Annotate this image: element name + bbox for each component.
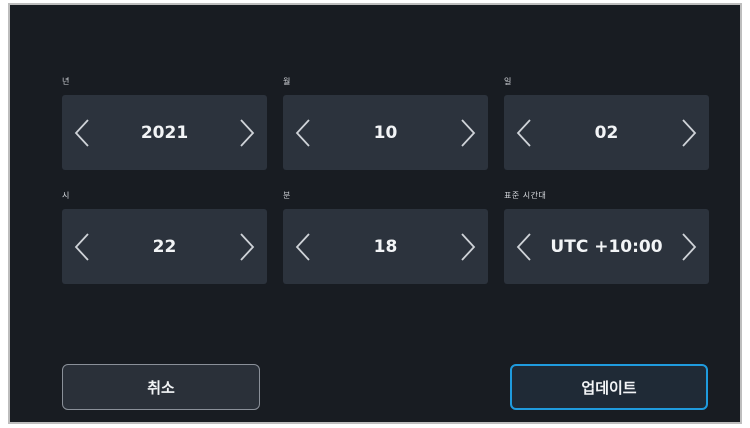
minute-label: 분 [283,191,291,200]
chevron-left-icon [516,232,531,261]
minute-stepper: 18 [283,209,488,284]
month-label: 월 [283,77,291,86]
chevron-left-icon [516,118,531,147]
cancel-button[interactable]: 취소 [62,364,260,410]
cancel-button-label: 취소 [147,378,175,397]
day-decrement-button[interactable] [504,95,544,170]
month-increment-button[interactable] [448,95,488,170]
month-decrement-button[interactable] [283,95,323,170]
minute-increment-button[interactable] [448,209,488,284]
timezone-decrement-button[interactable] [504,209,544,284]
chevron-right-icon [461,118,476,147]
timezone-value: UTC +10:00 [550,236,663,257]
hour-label: 시 [62,191,70,200]
chevron-left-icon [295,232,310,261]
chevron-right-icon [240,232,255,261]
chevron-right-icon [240,118,255,147]
chevron-left-icon [74,118,89,147]
month-stepper: 10 [283,95,488,170]
timezone-increment-button[interactable] [669,209,709,284]
timezone-label: 표준 시간대 [504,191,547,200]
timezone-stepper: UTC +10:00 [504,209,709,284]
year-label: 년 [62,77,70,86]
day-increment-button[interactable] [669,95,709,170]
minute-decrement-button[interactable] [283,209,323,284]
chevron-right-icon [461,232,476,261]
minute-value: 18 [373,236,398,257]
year-stepper: 2021 [62,95,267,170]
day-label: 일 [504,77,512,86]
chevron-left-icon [74,232,89,261]
year-decrement-button[interactable] [62,95,102,170]
hour-decrement-button[interactable] [62,209,102,284]
day-stepper: 02 [504,95,709,170]
year-value: 2021 [140,122,189,143]
month-value: 10 [373,122,398,143]
hour-stepper: 22 [62,209,267,284]
update-button[interactable]: 업데이트 [510,364,708,410]
chevron-right-icon [682,232,697,261]
update-button-label: 업데이트 [581,378,637,397]
chevron-left-icon [295,118,310,147]
hour-increment-button[interactable] [227,209,267,284]
day-value: 02 [594,122,619,143]
hour-value: 22 [152,236,177,257]
date-time-settings-screen: 년 2021 월 10 일 02 시 22 분 18 표준 시간대 UTC +1… [8,3,742,424]
chevron-right-icon [682,118,697,147]
year-increment-button[interactable] [227,95,267,170]
